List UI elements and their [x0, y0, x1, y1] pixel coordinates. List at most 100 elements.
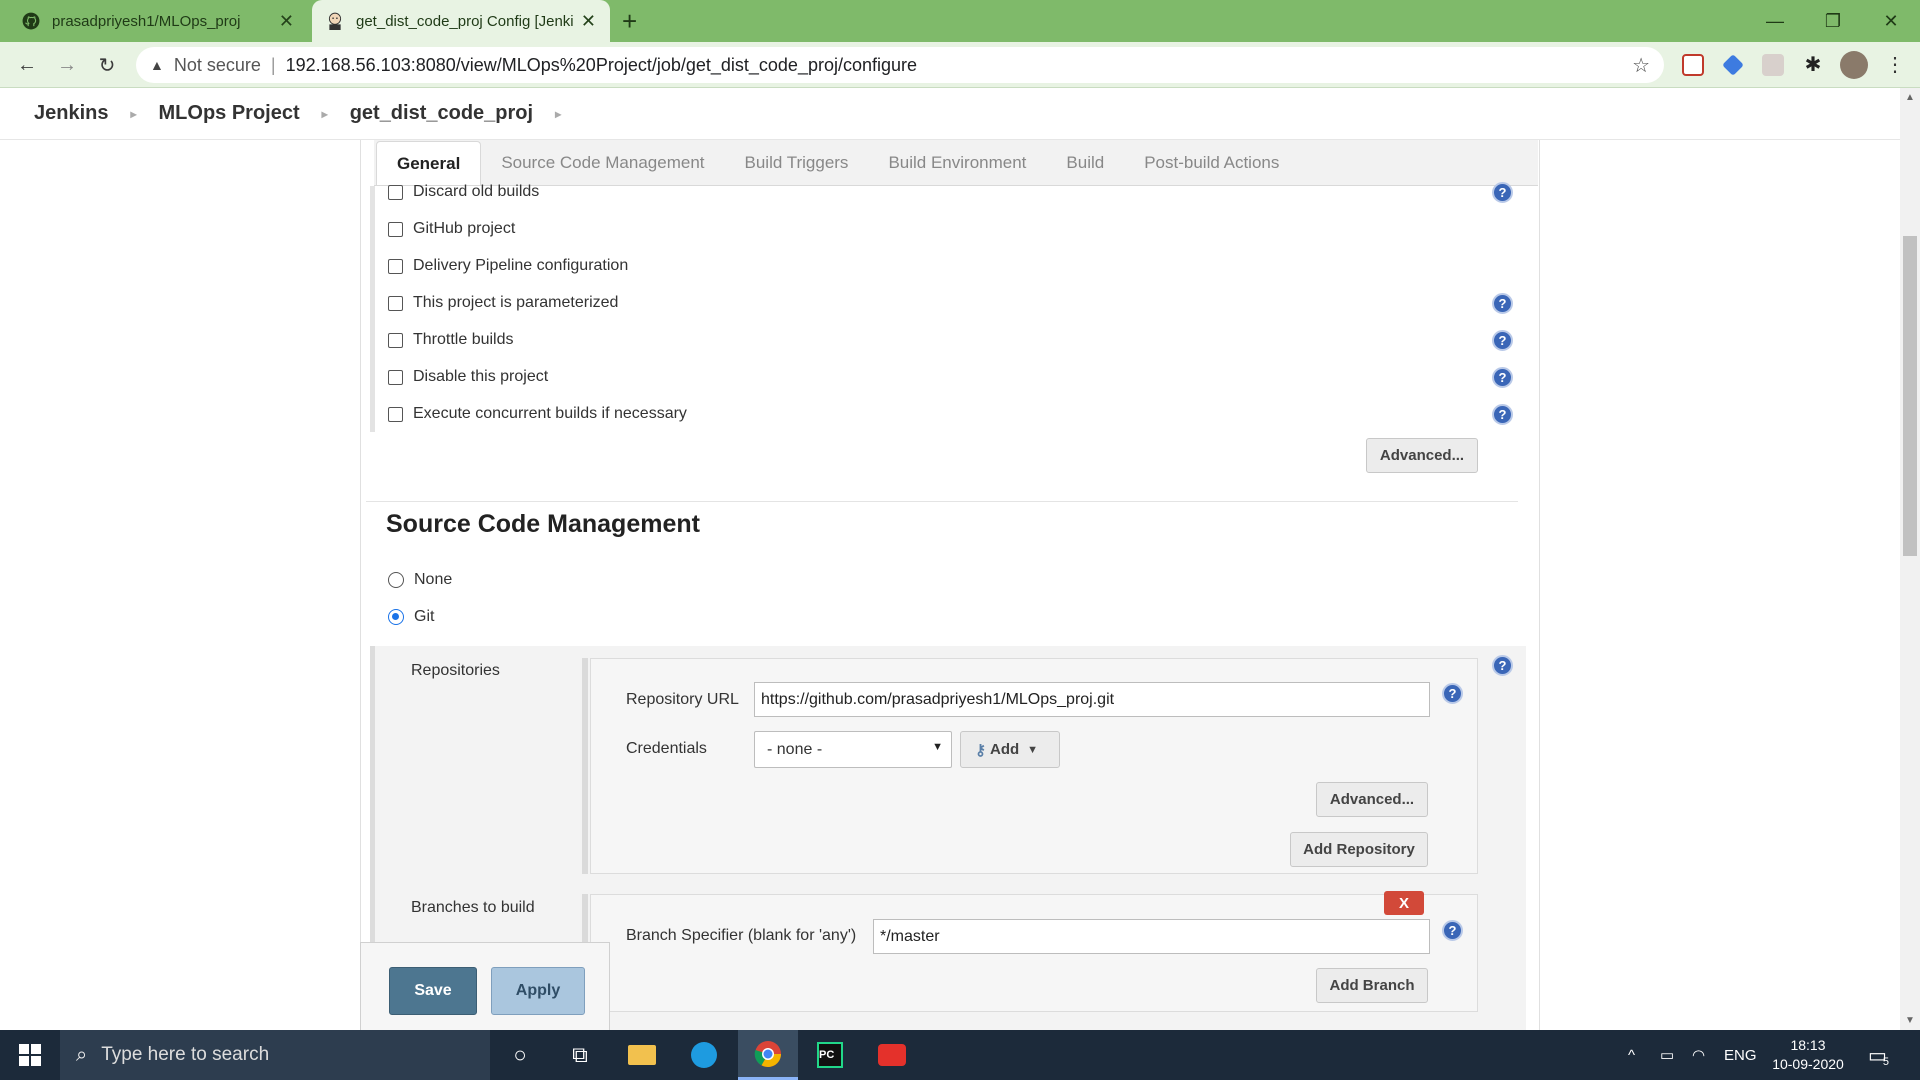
option-concurrent-builds[interactable]: Execute concurrent builds if necessary [388, 403, 687, 425]
scm-option-none[interactable]: None [388, 569, 452, 591]
battery-icon[interactable]: ▭ [1660, 1030, 1674, 1080]
repository-url-input[interactable]: https://github.com/prasadpriyesh1/MLOps_… [754, 682, 1430, 717]
checkbox[interactable] [388, 332, 403, 348]
option-discard-old-builds[interactable]: Discard old builds [388, 181, 539, 203]
checkbox[interactable] [388, 406, 403, 422]
help-icon[interactable]: ? [1442, 683, 1463, 704]
browser-tab-jenkins[interactable]: get_dist_code_proj Config [Jenkins] ✕ [312, 0, 610, 42]
caret-down-icon: ▼ [1027, 743, 1039, 756]
radio-button[interactable] [388, 609, 404, 625]
help-icon[interactable]: ? [1492, 293, 1513, 314]
option-label: Disable this project [413, 368, 549, 385]
scrollbar-thumb[interactable] [1903, 236, 1917, 556]
pocket-extension-icon[interactable] [1682, 54, 1704, 76]
help-icon[interactable]: ? [1492, 655, 1513, 676]
tab-build-environment[interactable]: Build Environment [868, 141, 1046, 185]
wifi-icon[interactable]: ◠ [1692, 1030, 1705, 1080]
option-disable-project[interactable]: Disable this project [388, 366, 548, 388]
extension-icon[interactable] [1762, 54, 1784, 76]
scm-option-git[interactable]: Git [388, 606, 434, 628]
clock[interactable]: 18:13 10-09-2020 [1760, 1036, 1856, 1074]
minimize-icon[interactable]: — [1746, 0, 1804, 42]
close-tab-icon[interactable]: ✕ [581, 11, 596, 32]
option-delivery-pipeline[interactable]: Delivery Pipeline configuration [388, 255, 628, 277]
scm-section-title: Source Code Management [386, 510, 700, 538]
credentials-value: - none - [767, 740, 823, 758]
checkbox[interactable] [388, 184, 403, 200]
page-scrollbar[interactable]: ▲ ▼ [1900, 88, 1920, 1030]
back-icon[interactable]: ← [12, 50, 42, 80]
notifications-icon[interactable]: ▭ 5 [1868, 1030, 1889, 1080]
checkbox[interactable] [388, 369, 403, 385]
apply-button[interactable]: Apply [491, 967, 585, 1015]
add-credentials-button[interactable]: ⚷ Add ▼ [960, 731, 1060, 768]
redhat-vm-icon[interactable] [862, 1030, 922, 1080]
language-indicator[interactable]: ENG [1724, 1030, 1757, 1080]
tab-post-build-actions[interactable]: Post-build Actions [1124, 141, 1299, 185]
radio-label: Git [414, 608, 435, 625]
scroll-up-arrow-icon[interactable]: ▲ [1905, 92, 1915, 103]
search-icon: ⌕ [76, 1043, 88, 1066]
new-tab-button[interactable]: + [622, 6, 637, 37]
taskbar-search[interactable]: ⌕ Type here to search [60, 1030, 490, 1080]
close-window-icon[interactable]: ✕ [1862, 0, 1920, 42]
bookmark-star-icon[interactable]: ☆ [1632, 53, 1650, 78]
help-icon[interactable]: ? [1492, 404, 1513, 425]
chevron-down-icon: ▼ [932, 741, 943, 753]
breadcrumb-chevron-icon[interactable]: ▸ [555, 107, 561, 121]
file-explorer-icon[interactable] [612, 1030, 672, 1080]
option-throttle-builds[interactable]: Throttle builds [388, 329, 514, 351]
help-icon[interactable]: ? [1492, 367, 1513, 388]
checkbox[interactable] [388, 221, 403, 237]
help-icon[interactable]: ? [1442, 920, 1463, 941]
option-github-project[interactable]: GitHub project [388, 218, 515, 240]
tab-title: prasadpriyesh1/MLOps_proj [52, 12, 241, 30]
chrome-icon[interactable] [738, 1030, 798, 1080]
delete-branch-button[interactable]: X [1384, 891, 1424, 915]
option-parameterized[interactable]: This project is parameterized [388, 292, 618, 314]
repository-advanced-button[interactable]: Advanced... [1316, 782, 1428, 817]
tab-source-code-management[interactable]: Source Code Management [481, 141, 724, 185]
pycharm-icon[interactable]: PC [800, 1030, 860, 1080]
restore-icon[interactable]: ❐ [1804, 0, 1862, 42]
credentials-label: Credentials [626, 740, 707, 757]
branch-specifier-label: Branch Specifier (blank for 'any') [626, 927, 857, 944]
puzzle-extensions-icon[interactable]: ✱ [1802, 54, 1824, 76]
add-repository-button[interactable]: Add Repository [1290, 832, 1428, 867]
reload-icon[interactable]: ↻ [92, 50, 122, 80]
tab-general[interactable]: General [376, 141, 482, 185]
save-button[interactable]: Save [389, 967, 477, 1015]
browser-tab-github[interactable]: prasadpriyesh1/MLOps_proj ✕ [8, 0, 308, 42]
address-bar[interactable]: ▲ Not secure | 192.168.56.103:8080/view/… [136, 47, 1664, 83]
tab-build-triggers[interactable]: Build Triggers [725, 141, 869, 185]
branch-specifier-input[interactable]: */master [873, 919, 1430, 954]
cortana-icon[interactable]: ○ [490, 1030, 550, 1080]
forward-icon[interactable]: → [52, 50, 82, 80]
menu-icon[interactable]: ⋮ [1884, 54, 1906, 76]
checkbox[interactable] [388, 258, 403, 274]
windows-taskbar: ⌕ Type here to search ○ ⧉ PC ^ ▭ ◠ ENG 1… [0, 1030, 1920, 1080]
breadcrumb-item-view[interactable]: MLOps Project [159, 102, 300, 125]
add-label: Add [990, 741, 1020, 758]
general-advanced-button[interactable]: Advanced... [1366, 438, 1478, 473]
help-icon[interactable]: ? [1492, 182, 1513, 203]
edge-icon[interactable] [674, 1030, 734, 1080]
tab-build[interactable]: Build [1046, 141, 1124, 185]
help-icon[interactable]: ? [1492, 330, 1513, 351]
credentials-select[interactable]: - none - ▼ [754, 731, 952, 768]
checkbox[interactable] [388, 295, 403, 311]
warning-icon: ▲ [150, 57, 164, 73]
extension-icon[interactable] [1722, 54, 1744, 76]
start-button[interactable] [0, 1030, 60, 1080]
show-hidden-icons-icon[interactable]: ^ [1628, 1030, 1635, 1080]
profile-avatar[interactable] [1840, 51, 1868, 79]
breadcrumb-chevron-icon[interactable]: ▸ [322, 107, 328, 121]
radio-button[interactable] [388, 572, 404, 588]
scroll-down-arrow-icon[interactable]: ▼ [1905, 1015, 1915, 1026]
breadcrumb-chevron-icon[interactable]: ▸ [130, 107, 136, 121]
breadcrumb-item-jenkins[interactable]: Jenkins [34, 102, 108, 125]
add-branch-button[interactable]: Add Branch [1316, 968, 1428, 1003]
breadcrumb-item-job[interactable]: get_dist_code_proj [350, 102, 533, 125]
close-tab-icon[interactable]: ✕ [279, 11, 294, 32]
task-view-icon[interactable]: ⧉ [550, 1030, 610, 1080]
